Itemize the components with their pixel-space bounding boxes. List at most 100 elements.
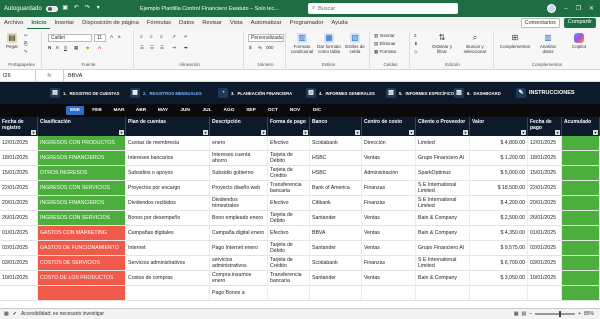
comments-button[interactable]: Comentarios [520, 18, 560, 28]
cell-valor[interactable]: $ 1,200.00 [470, 151, 528, 166]
cell-valor[interactable]: $ 4,200.00 [470, 196, 528, 211]
wrap-text-icon[interactable]: ↵ [184, 34, 188, 39]
align-bottom-icon[interactable]: ≡ [160, 34, 163, 39]
cell-acumulado[interactable] [562, 226, 600, 241]
merge-icon[interactable]: ⬌ [184, 45, 188, 50]
cell-fpago[interactable]: 20/01/2025 [528, 196, 562, 211]
cell-valor[interactable]: $ 5,000.00 [470, 166, 528, 181]
increase-font-icon[interactable]: A [110, 34, 113, 39]
cell-forma[interactable]: Efectivo [268, 196, 310, 211]
cell-fecha[interactable]: 10/01/2025 [0, 271, 38, 286]
cell-acumulado[interactable] [562, 241, 600, 256]
cell-fpago[interactable]: 12/01/2025 [528, 136, 562, 151]
comma-icon[interactable]: 000 [266, 45, 274, 50]
cell-fpago[interactable]: 22/01/2025 [528, 181, 562, 196]
cell-valor[interactable]: $ 9,575.00 [470, 241, 528, 256]
font-color-icon[interactable]: A [98, 45, 101, 50]
tab-disposicion[interactable]: Disposición de página [78, 17, 143, 29]
column-header[interactable]: Centro de costo ▾ [362, 117, 416, 136]
cell-forma[interactable] [268, 286, 310, 301]
tab-inicio[interactable]: Inicio [27, 17, 51, 29]
filter-dropdown-icon[interactable]: ▾ [355, 130, 360, 135]
restore-icon[interactable]: ❐ [576, 5, 581, 12]
cell-cliente[interactable]: Limited [416, 136, 470, 151]
cell-banco[interactable]: HSBC [310, 151, 362, 166]
cell-centro[interactable]: Ventas [362, 241, 416, 256]
cell-acumulado[interactable] [562, 271, 600, 286]
normal-view-icon[interactable]: ▦ [514, 311, 519, 317]
zoom-out-icon[interactable]: – [529, 311, 532, 317]
column-header[interactable]: Clasificación ▾ [38, 117, 126, 136]
cell-fpago[interactable]: 02/01/2025 [528, 241, 562, 256]
cell-plan[interactable]: Bonos por desempeño [126, 211, 210, 226]
cell-centro[interactable]: Dirección [362, 136, 416, 151]
clear-icon[interactable]: ◇ [414, 49, 417, 54]
filter-dropdown-icon[interactable]: ▾ [119, 130, 124, 135]
italic-icon[interactable]: K [56, 45, 59, 50]
month-tab-jul[interactable]: JUL [198, 106, 216, 115]
tab-programador[interactable]: Programador [286, 17, 328, 29]
minimize-icon[interactable]: – [564, 6, 567, 12]
cell-valor[interactable]: $ 4,800.00 [470, 136, 528, 151]
cell-fpago[interactable]: 10/01/2025 [528, 271, 562, 286]
close-icon[interactable]: ✕ [589, 5, 594, 12]
cell-centro[interactable]: Ventas [362, 211, 416, 226]
cell-plan[interactable]: Costos de compras [126, 271, 210, 286]
underline-icon[interactable]: S [64, 45, 67, 50]
cell-clas[interactable]: GASTOS DE FUNCIONAMIENTO [38, 241, 126, 256]
filter-dropdown-icon[interactable]: ▾ [555, 130, 560, 135]
cell-cliente[interactable]: Bain & Company [416, 211, 470, 226]
cell-clas[interactable]: INGRESOS FINANCIEROS [38, 196, 126, 211]
cell-valor[interactable]: $ 3,050.00 [470, 271, 528, 286]
cell-plan[interactable]: Dividendos recibidos [126, 196, 210, 211]
cell-plan[interactable] [126, 286, 210, 301]
search-box[interactable]: ⌕ Buscar [308, 3, 458, 14]
share-button[interactable]: Compartir [563, 18, 596, 28]
cell-banco[interactable]: Citibank [310, 196, 362, 211]
cell-valor[interactable]: $ 6,700.00 [470, 256, 528, 271]
cell-fpago[interactable] [528, 286, 562, 301]
cell-clas[interactable]: COSTOS DE SERVICIOS [38, 256, 126, 271]
undo-icon[interactable]: ↶ [73, 5, 80, 12]
fx-icon[interactable]: fx [36, 69, 64, 82]
cell-valor[interactable]: $ 4,350.00 [470, 226, 528, 241]
filter-dropdown-icon[interactable]: ▾ [409, 130, 414, 135]
tab-ayuda[interactable]: Ayuda [327, 17, 351, 29]
cell-cliente[interactable]: Grupo Financiero Al [416, 151, 470, 166]
month-tab-ene[interactable]: ENE [66, 106, 84, 115]
nav-item-5[interactable]: ▧ 5. INFORMES ESPECÍFICOS [386, 82, 457, 104]
cell-forma[interactable]: Tarjeta de Débito [268, 241, 310, 256]
filter-dropdown-icon[interactable]: ▾ [261, 130, 266, 135]
cut-icon[interactable]: ✂ [24, 33, 28, 38]
borders-icon[interactable]: ▦ [74, 45, 78, 50]
cell-acumulado[interactable] [562, 151, 600, 166]
cell-desc[interactable]: servicios administrativos [210, 256, 268, 271]
cell-centro[interactable] [362, 286, 416, 301]
cell-cliente[interactable]: Grupo Financiero Al [416, 241, 470, 256]
cell-fpago[interactable]: 03/01/2025 [528, 256, 562, 271]
align-top-icon[interactable]: ≡ [140, 34, 143, 39]
month-tab-jun[interactable]: JUN [176, 106, 194, 115]
month-tab-nov[interactable]: NOV [286, 106, 304, 115]
nav-item-3[interactable]: ◔ 3. PLANEACIÓN FINANCIERA [218, 82, 292, 104]
cell-fpago[interactable]: 26/01/2025 [528, 211, 562, 226]
cell-fecha[interactable]: 18/01/2025 [0, 151, 38, 166]
cell-valor[interactable]: $ 2,500.00 [470, 211, 528, 226]
month-tab-dic[interactable]: DIC [308, 106, 326, 115]
accessibility-status[interactable]: Accesibilidad: es necesario investigar [21, 311, 104, 317]
find-select-button[interactable]: ⌕ Buscar y seleccionar [460, 33, 490, 54]
column-header[interactable]: Cliente o Proveedor ▾ [416, 117, 470, 136]
formula-input[interactable]: BBVA [64, 73, 82, 79]
currency-icon[interactable]: $ [249, 45, 252, 50]
month-tab-ago[interactable]: AGO [220, 106, 238, 115]
month-tab-sep[interactable]: SEP [242, 106, 260, 115]
orientation-icon[interactable]: ↗ [172, 34, 176, 39]
cell-plan[interactable]: Subsidios o apoyos [126, 166, 210, 181]
cell-centro[interactable]: Finanzas [362, 196, 416, 211]
tab-archivo[interactable]: Archivo [0, 17, 27, 29]
filter-dropdown-icon[interactable]: ▾ [203, 130, 208, 135]
cell-clas[interactable]: GASTOS CON MARKETING [38, 226, 126, 241]
filter-dropdown-icon[interactable]: ▾ [463, 130, 468, 135]
cell-centro[interactable]: Finanzas [362, 181, 416, 196]
column-header[interactable]: Acumulado ▾ [562, 117, 600, 136]
